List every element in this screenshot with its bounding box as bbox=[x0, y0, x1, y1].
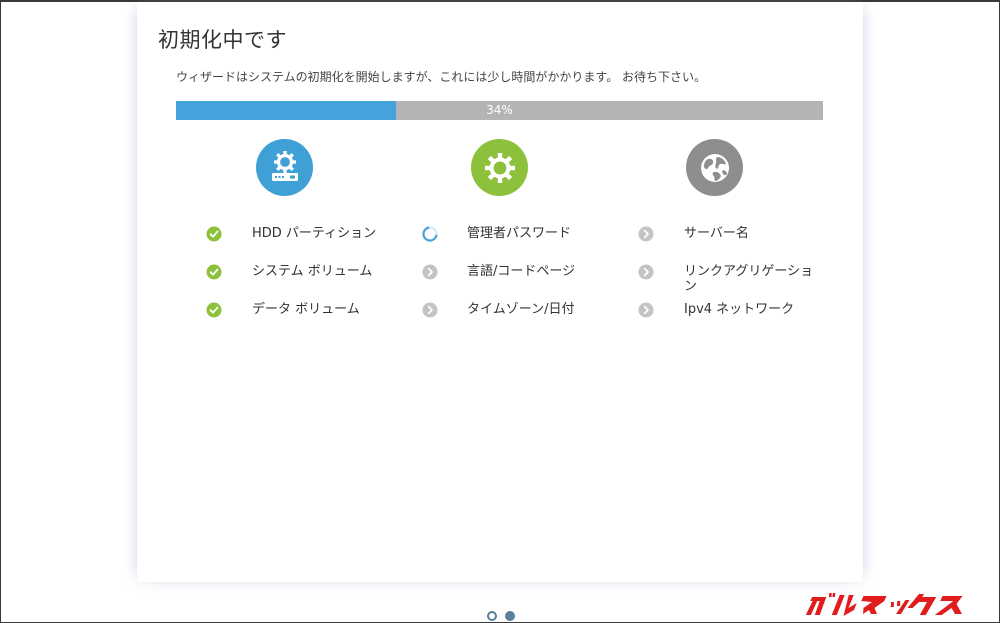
task-admin-password: 管理者パスワード bbox=[467, 226, 572, 241]
check-icon bbox=[206, 302, 222, 318]
wizard-description: ウィザードはシステムの初期化を開始しますが、これには少し時間がかかります。 お待… bbox=[176, 70, 707, 84]
progress-percent-label: 34% bbox=[486, 103, 513, 117]
task-data-volume: データ ボリューム bbox=[252, 302, 360, 317]
globe-icon bbox=[686, 139, 743, 196]
chevron-right-icon bbox=[638, 264, 654, 280]
page-indicator bbox=[487, 611, 515, 621]
task-server-name: サーバー名 bbox=[684, 226, 749, 241]
check-icon bbox=[206, 226, 222, 242]
progress-bar: 34% bbox=[176, 101, 823, 120]
task-hdd-partition: HDD パーティション bbox=[252, 226, 377, 241]
page-dot-2[interactable] bbox=[505, 611, 515, 621]
gear-icon bbox=[471, 139, 528, 196]
task-ipv4-network: Ipv4 ネットワーク bbox=[684, 302, 795, 317]
task-link-aggregation: リンクアグリゲーション bbox=[684, 264, 814, 294]
chevron-right-icon bbox=[638, 226, 654, 242]
spinner-icon bbox=[422, 226, 438, 242]
chevron-right-icon bbox=[422, 302, 438, 318]
task-system-volume: システム ボリューム bbox=[252, 264, 373, 279]
page-title: 初期化中です bbox=[158, 28, 287, 52]
chevron-right-icon bbox=[422, 264, 438, 280]
storage-gear-icon bbox=[256, 139, 313, 196]
chevron-right-icon bbox=[638, 302, 654, 318]
page-dot-1[interactable] bbox=[487, 611, 497, 621]
task-timezone-date: タイムゾーン/日付 bbox=[467, 302, 575, 317]
task-language-codepage: 言語/コードページ bbox=[467, 264, 576, 279]
check-icon bbox=[206, 264, 222, 280]
watermark-logo bbox=[806, 593, 963, 616]
